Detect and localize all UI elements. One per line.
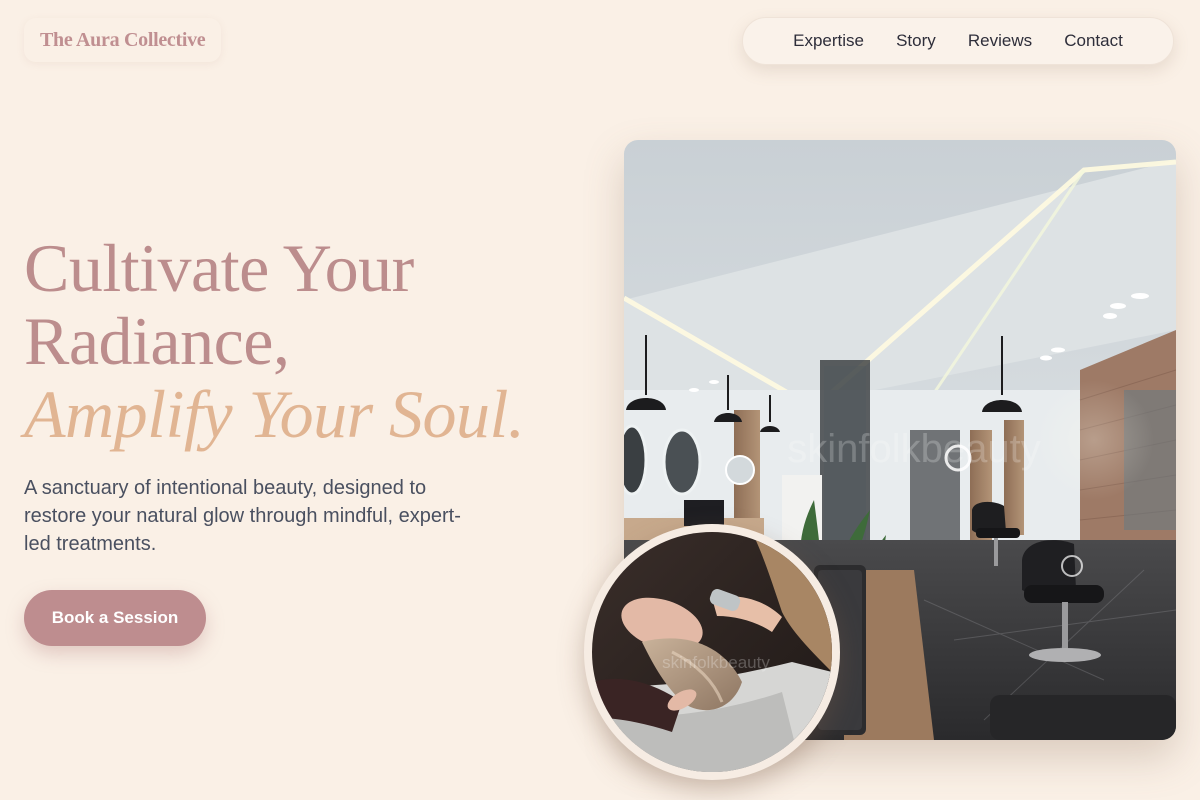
main-nav: Expertise Story Reviews Contact — [742, 17, 1174, 65]
book-session-button[interactable]: Book a Session — [24, 590, 206, 646]
nav-link-expertise[interactable]: Expertise — [793, 31, 864, 51]
nav-link-contact[interactable]: Contact — [1064, 31, 1123, 51]
main-photo-watermark: skinfolkbeauty — [787, 427, 1040, 471]
inset-photo-watermark: skinfolkbeauty — [662, 653, 770, 672]
headline-line-1: Cultivate Your — [24, 230, 414, 306]
brand-name: The Aura Collective — [40, 28, 206, 51]
brand-logo[interactable]: The Aura Collective — [24, 18, 222, 62]
hero-headline: Cultivate Your Radiance, Amplify Your So… — [24, 230, 525, 452]
landing-page: The Aura Collective Expertise Story Revi… — [0, 0, 1200, 800]
headline-line-2: Radiance, — [24, 303, 290, 379]
hero-description: A sanctuary of intentional beauty, desig… — [24, 477, 461, 555]
hair-wash-photo: skinfolkbeauty — [584, 524, 840, 780]
nav-link-story[interactable]: Story — [896, 31, 936, 51]
nav-link-reviews[interactable]: Reviews — [968, 31, 1032, 51]
headline-accent: Amplify Your Soul. — [24, 376, 525, 452]
